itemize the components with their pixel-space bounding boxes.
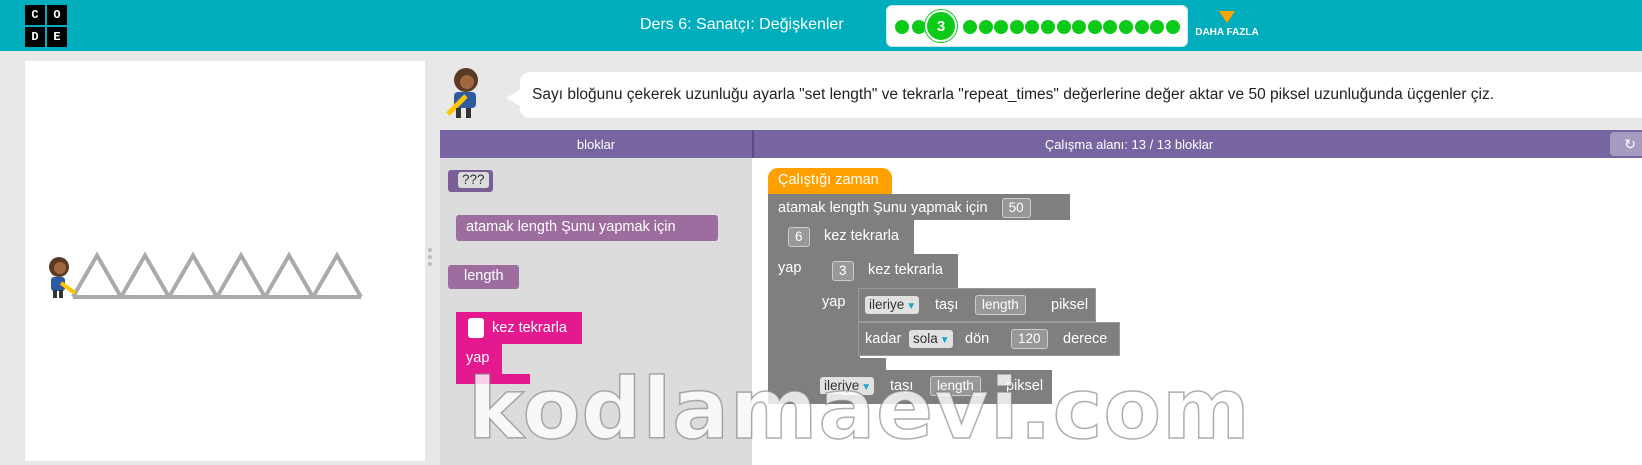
level-progress-bar: 3 [886,5,1188,47]
repeat-count-slot[interactable] [468,318,484,338]
watermark-text: kodlamaevi.com [467,359,1251,459]
dropdown-arrow-icon: ▼ [939,335,950,346]
when-run-block[interactable]: Çalıştığı zaman [768,168,892,194]
level-dot[interactable] [1119,20,1133,34]
toolbox-repeat-block[interactable]: kez tekrarla [456,312,582,344]
level-dot[interactable] [895,20,909,34]
turn-angle-value[interactable]: 120 [1011,329,1048,349]
set-length-label: atamak length Şunu yapmak için [778,200,988,216]
set-variable-label: atamak length Şunu yapmak için [466,219,676,236]
outer-repeat-count[interactable]: 6 [788,227,810,247]
toolbox-resize-handle[interactable] [428,248,432,270]
unknown-value: ??? [458,172,489,189]
level-dot[interactable] [912,20,926,34]
outer-repeat-block[interactable]: 6 kez tekrarla [768,220,914,254]
level-dot[interactable] [1072,20,1087,34]
level-dot[interactable] [1103,20,1118,34]
workspace-title: Çalışma alanı: 13 / 13 bloklar [1044,137,1214,152]
instruction-text: Sayı bloğunu çekerek uzunluğu ayarla "se… [532,86,1495,103]
move-length-var[interactable]: length [975,295,1026,315]
level-dot[interactable] [1056,20,1071,34]
triangle-drawing [71,251,363,299]
triangle-stroke [215,251,267,299]
when-run-label: Çalıştığı zaman [778,172,879,189]
inner-repeat-count[interactable]: 3 [832,261,854,281]
level-dot[interactable] [1134,20,1149,34]
turn-label: dön [965,331,990,347]
dropdown-arrow-icon: ▼ [906,301,917,312]
triangle-stroke [311,251,363,299]
inner-repeat-block[interactable]: 3 kez tekrarla [814,254,958,288]
instructions-panel: Sayı bloğunu çekerek uzunluğu ayarla "se… [440,62,1642,128]
logo-letter: C [25,5,45,25]
artist-canvas [25,61,425,461]
lesson-title[interactable]: Ders 6: Sanatçı: Değişkenler [640,16,844,34]
turn-prefix-label: kadar [865,331,902,347]
workspace-header: bloklar Çalışma alanı: 13 / 13 bloklar ↻ [440,130,1642,158]
toolbox-set-variable-block[interactable]: atamak length Şunu yapmak için [456,215,718,241]
move-label: taşı [935,297,959,313]
inner-repeat-body: yap [814,288,860,368]
code-logo[interactable]: C O D E [25,5,67,47]
instruction-bubble: Sayı bloğunu çekerek uzunluğu ayarla "se… [506,72,1642,118]
triangle-stroke [263,251,315,299]
inner-repeat-label: kez tekrarla [868,262,943,278]
level-dot[interactable] [1009,20,1024,34]
reset-button[interactable]: ↻ [1610,132,1642,156]
degree-label: derece [1063,331,1108,347]
level-dot[interactable] [1087,20,1102,34]
artist-avatar-icon [446,68,478,118]
logo-letter: D [25,27,45,47]
set-length-value[interactable]: 50 [1001,198,1031,218]
more-levels-button[interactable]: DAHA FAZLA [1192,11,1262,38]
repeat-label: kez tekrarla [492,320,567,336]
artist-character-icon [49,257,77,298]
outer-do-label: yap [778,260,802,276]
level-dot[interactable] [1150,20,1165,34]
inner-do-label: yap [822,294,846,310]
turn-direction-dropdown[interactable]: sola ▼ [909,330,953,348]
pixel-label: piksel [1051,297,1089,313]
toolbox-unknown-block[interactable]: ??? [448,170,493,192]
drawing-svg [49,251,363,299]
arrow-down-icon [1219,11,1235,23]
toolbox-title: bloklar [576,137,616,152]
more-label: DAHA FAZLA [1195,27,1259,38]
logo-letter: E [47,27,67,47]
turn-left-block[interactable]: kadar sola ▼ dön 120 derece [858,322,1120,356]
level-dot[interactable] [1041,20,1055,34]
top-header: C O D E Ders 6: Sanatçı: Değişkenler 3 D… [0,0,1642,51]
triangle-stroke [119,251,171,299]
triangle-stroke [71,251,123,299]
set-length-block[interactable]: atamak length Şunu yapmak için 50 [768,194,1070,220]
level-dot[interactable] [1165,20,1180,34]
length-variable-label: length [464,268,504,285]
undo-icon: ↻ [1624,135,1636,152]
outer-repeat-label: kez tekrarla [824,228,899,244]
move-direction-dropdown[interactable]: ileriye ▼ [865,296,920,314]
move-forward-block[interactable]: ileriye ▼ taşı length piksel [858,288,1096,322]
level-dot[interactable] [978,20,993,34]
level-dot[interactable] [994,20,1009,34]
logo-letter: O [47,5,67,25]
triangle-stroke [167,251,219,299]
toolbox-get-variable-block[interactable]: length [448,265,519,289]
level-dot[interactable] [963,20,977,34]
current-level-dot[interactable]: 3 [925,10,957,42]
level-dot[interactable] [1025,20,1040,34]
